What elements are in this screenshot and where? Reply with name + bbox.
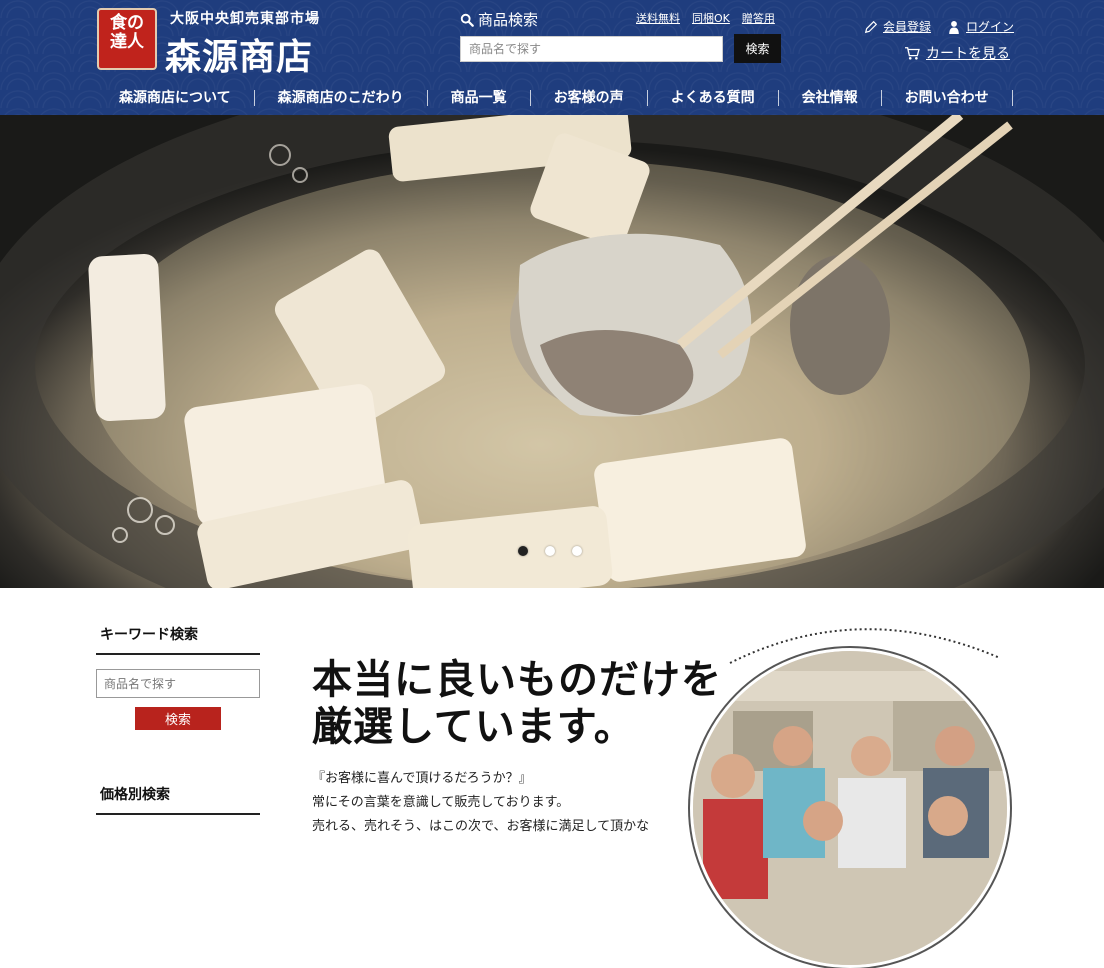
cart-label: カートを見る [926,46,1010,62]
slider-dots [518,546,582,556]
hero-slider[interactable] [0,115,1104,588]
nav-reviews[interactable]: お客様の声 [531,90,648,106]
user-icon [949,20,959,34]
nav-about[interactable]: 森源商店について [97,90,255,106]
header-search-button[interactable]: 検索 [734,34,781,63]
slider-dot-2[interactable] [545,546,555,556]
nav-products[interactable]: 商品一覧 [428,90,531,106]
staff-photo-image [693,651,1007,965]
register-link[interactable]: 会員登録 [864,18,931,35]
nav-commitment[interactable]: 森源商店のこだわり [255,90,428,106]
free-shipping-link[interactable]: 送料無料 [636,10,680,26]
price-search-title: 価格別検索 [96,784,260,815]
feature-links: 送料無料 同梱OK 贈答用 [636,10,775,26]
site-logo[interactable]: 食の 達人 大阪中央卸売東部市場 森源商店 [97,8,342,78]
login-link[interactable]: ログイン [947,18,1014,35]
sidebar-search-input[interactable] [96,669,260,698]
pencil-icon [864,20,878,33]
nav-company[interactable]: 会社情報 [779,90,882,106]
cart-icon [905,47,920,60]
login-label: ログイン [966,20,1015,34]
bundle-ok-link[interactable]: 同梱OK [692,10,730,26]
product-search-heading: 商品検索 [460,9,538,30]
nav-faq[interactable]: よくある質問 [648,90,779,106]
search-icon [460,13,474,27]
main-catchphrase: 本当に良いものだけを 厳選しています。 [312,656,722,750]
keyword-search-title: キーワード検索 [96,624,260,655]
site-header: 食の 達人 大阪中央卸売東部市場 森源商店 商品検索 送料無料 同梱OK 贈答用… [0,0,1104,115]
header-search-input[interactable] [460,36,723,62]
logo-seal: 食の 達人 [97,8,157,70]
sidebar-search-button[interactable]: 検索 [135,707,221,730]
nav-contact[interactable]: お問い合わせ [882,90,1013,106]
slider-dot-3[interactable] [572,546,582,556]
staff-photo [690,648,1010,968]
gift-link[interactable]: 贈答用 [742,10,775,26]
hero-hotpot-image [0,115,1104,588]
search-heading-label: 商品検索 [478,11,539,29]
logo-subtitle: 大阪中央卸売東部市場 [170,11,320,27]
logo-seal-line-1: 食の [110,13,144,33]
member-links: 会員登録 ログイン [864,18,1014,35]
view-cart-link[interactable]: カートを見る [904,43,1010,63]
register-label: 会員登録 [883,20,932,34]
main-intro-text: 『お客様に喜んで頂けるだろうか？』 常にその言葉を意識して販売しております。 売… [312,771,650,834]
logo-seal-line-2: 達人 [110,32,144,52]
slider-dot-1[interactable] [518,546,528,556]
logo-shop-name: 森源商店 [165,36,314,78]
global-nav: 森源商店について 森源商店のこだわり 商品一覧 お客様の声 よくある質問 会社情… [97,84,1013,112]
